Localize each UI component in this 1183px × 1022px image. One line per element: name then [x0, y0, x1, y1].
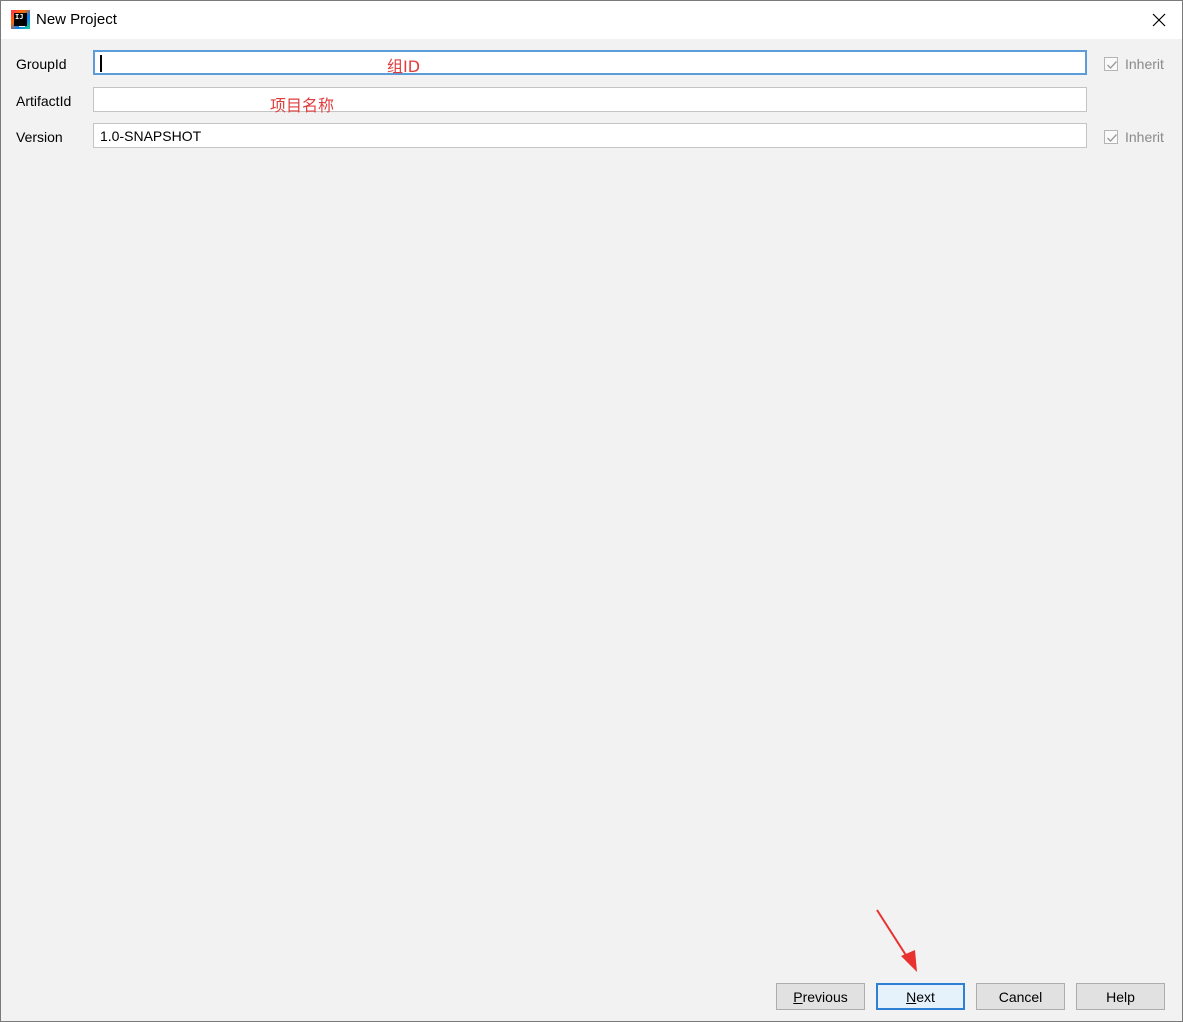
- group-id-inherit[interactable]: Inherit: [1104, 56, 1164, 72]
- artifact-id-label: ArtifactId: [16, 93, 72, 109]
- close-icon: [1152, 13, 1166, 27]
- group-id-inherit-checkbox[interactable]: [1104, 57, 1118, 71]
- artifact-id-field-wrapper: [93, 87, 1087, 112]
- check-icon: [1107, 134, 1117, 142]
- cancel-button[interactable]: Cancel: [976, 983, 1065, 1010]
- check-icon: [1107, 61, 1117, 69]
- new-project-dialog: IJ New Project GroupId 组ID Inherit Artif…: [0, 0, 1183, 1022]
- window-title: New Project: [36, 11, 117, 28]
- version-inherit[interactable]: Inherit: [1104, 129, 1164, 145]
- close-button[interactable]: [1136, 1, 1182, 39]
- version-field-wrapper: [93, 123, 1087, 148]
- previous-label: revious: [802, 988, 848, 1005]
- help-button[interactable]: Help: [1076, 983, 1165, 1010]
- version-label: Version: [16, 129, 63, 145]
- previous-button[interactable]: Previous: [776, 983, 865, 1010]
- next-label: ext: [916, 988, 935, 1005]
- group-id-inherit-label: Inherit: [1125, 56, 1164, 72]
- group-id-field-wrapper: [93, 50, 1087, 75]
- artifact-id-annotation: 项目名称: [270, 96, 335, 115]
- version-input[interactable]: [94, 124, 1086, 147]
- group-id-input[interactable]: [95, 52, 1085, 73]
- version-inherit-checkbox[interactable]: [1104, 130, 1118, 144]
- group-id-annotation: 组ID: [387, 57, 421, 76]
- next-mnemonic: N: [906, 988, 917, 1005]
- next-button[interactable]: Next: [876, 983, 965, 1010]
- artifact-id-input[interactable]: [94, 88, 1086, 111]
- title-bar: IJ New Project: [1, 1, 1182, 39]
- previous-mnemonic: P: [793, 988, 803, 1005]
- version-inherit-label: Inherit: [1125, 129, 1164, 145]
- text-caret: [100, 55, 102, 72]
- intellij-idea-icon: IJ: [11, 10, 30, 29]
- group-id-label: GroupId: [16, 56, 67, 72]
- red-arrow-annotation: [876, 909, 917, 972]
